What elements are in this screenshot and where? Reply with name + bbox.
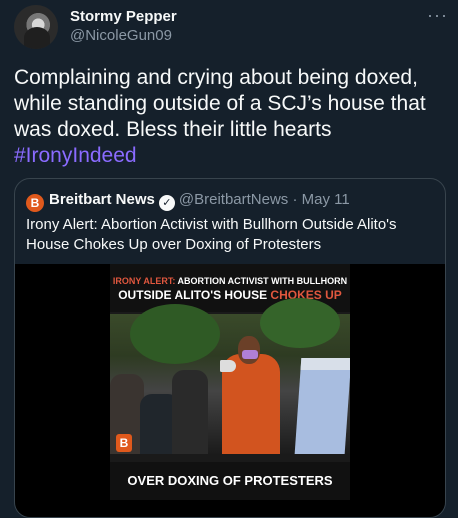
quoted-author-name: Breitbart News (49, 191, 155, 208)
more-horizontal-icon[interactable]: ··· (427, 5, 448, 26)
quoted-tweet-text: Irony Alert: Abortion Activist with Bull… (26, 216, 397, 253)
verified-badge-icon: ✓ (158, 195, 175, 211)
quoted-date: May 11 (301, 191, 350, 208)
avatar[interactable] (14, 5, 58, 49)
tweet-header: Stormy Pepper @NicoleGun09 ··· (14, 5, 448, 49)
tweet-body: Complaining and crying about being doxed… (14, 66, 426, 141)
quoted-tweet[interactable]: B Breitbart News ✓ @BreitbartNews · May 11 … (14, 178, 446, 518)
breitbart-logo-icon: B (26, 194, 44, 212)
video-banner-bottom: OVER DOXING OF PROTESTERS (110, 462, 350, 500)
author-handle[interactable]: @NicoleGun09 (70, 26, 177, 46)
megaphone-icon (220, 360, 236, 372)
banner-line-1: IRONY ALERT: ABORTION ACTIVIST WITH BULL… (110, 264, 350, 287)
quoted-author-handle: @BreitbartNews (178, 191, 289, 208)
bystander-figure (172, 370, 208, 454)
author-names: Stormy Pepper @NicoleGun09 (70, 7, 177, 46)
tweet-text: Complaining and crying about being doxed… (14, 65, 446, 169)
video-thumbnail[interactable]: IRONY ALERT: ABORTION ACTIVIST WITH BULL… (110, 264, 350, 500)
face-mask (242, 350, 258, 359)
tree-shape (130, 304, 220, 364)
protest-photo: B (110, 298, 350, 454)
banner-line-2-white: OUTSIDE ALITO'S HOUSE (118, 288, 271, 302)
breitbart-badge-icon: B (116, 434, 132, 452)
banner-irony-alert: IRONY ALERT: (112, 276, 176, 286)
hashtag-link[interactable]: #IronyIndeed (14, 144, 137, 167)
author-display-name[interactable]: Stormy Pepper (70, 7, 177, 26)
tree-shape (260, 298, 340, 348)
quoted-media[interactable]: IRONY ALERT: ABORTION ACTIVIST WITH BULL… (15, 264, 445, 517)
banner-line-1-rest: ABORTION ACTIVIST WITH BULLHORN (175, 276, 348, 286)
quoted-tweet-header: B Breitbart News ✓ @BreitbartNews · May 11 (26, 191, 350, 212)
separator-dot: · (292, 191, 298, 208)
protest-sign (294, 358, 350, 454)
